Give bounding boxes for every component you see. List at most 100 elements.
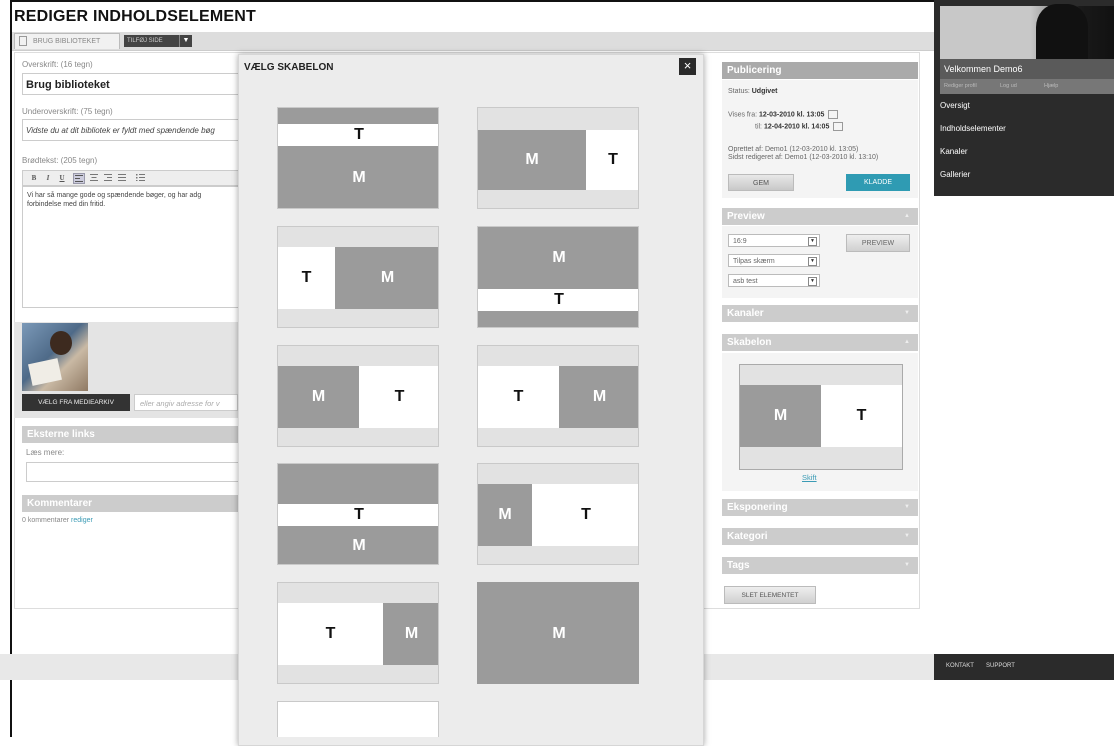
visible-to-line: til: 12-04-2010 kl. 14:05 <box>755 122 844 131</box>
comments-header: Kommentarer <box>22 495 238 512</box>
template-gap <box>740 447 902 469</box>
template-media-block: M <box>278 526 438 564</box>
sidebar-item-oversigt[interactable]: Oversigt <box>940 101 1114 110</box>
editor-toolbar: B I U <box>22 170 240 186</box>
template-text-block: T <box>278 124 438 146</box>
channels-header[interactable]: Kanaler ▼ <box>722 305 918 322</box>
log-out-link[interactable]: Log ud <box>1000 79 1017 94</box>
draft-button[interactable]: KLADDE <box>846 174 910 191</box>
template-text-block: T <box>278 247 335 309</box>
headline-label: Overskrift: (16 tegn) <box>22 60 93 69</box>
close-icon[interactable]: × <box>679 58 696 75</box>
avatar-silhouette <box>1036 4 1088 62</box>
template-media-block: M <box>278 366 359 428</box>
tags-header[interactable]: Tags ▼ <box>722 557 918 574</box>
template-media-block: M <box>559 366 638 428</box>
template-option-9[interactable]: T M <box>277 582 439 684</box>
delete-element-button[interactable]: SLET ELEMENTET <box>724 586 816 604</box>
status-value: Udgivet <box>751 88 778 95</box>
template-option-4[interactable]: M T <box>477 226 639 328</box>
template-option-1[interactable]: T M <box>277 107 439 209</box>
change-template-link[interactable]: Skift <box>802 473 817 482</box>
underline-button[interactable]: U <box>57 174 67 183</box>
edit-profile-link[interactable]: Rediger profil <box>944 79 977 94</box>
thumbnail-book <box>28 358 62 386</box>
template-option-10[interactable]: M <box>477 582 639 684</box>
tab-label: BRUG BIBLIOTEKET <box>33 38 101 45</box>
calendar-icon[interactable] <box>828 110 839 119</box>
template-option-5[interactable]: M T <box>277 345 439 447</box>
device-select[interactable]: asb test ▼ <box>728 274 820 287</box>
status-line: Status: Udgivet <box>728 88 778 95</box>
chevron-down-icon: ▼ <box>904 310 910 316</box>
align-left-icon[interactable] <box>73 173 85 184</box>
chevron-up-icon: ▲ <box>904 213 910 219</box>
chevron-down-icon: ▼ <box>904 533 910 539</box>
calendar-icon[interactable] <box>833 122 844 131</box>
contact-link[interactable]: KONTAKT <box>946 663 974 669</box>
template-text-block: T <box>278 504 438 526</box>
align-right-icon[interactable] <box>103 174 113 183</box>
template-option-11[interactable] <box>277 701 439 737</box>
publishing-header: Publicering <box>722 62 918 79</box>
aspect-select[interactable]: 16:9 ▼ <box>728 234 820 247</box>
comments-count-text: 0 kommentarer <box>22 517 70 524</box>
preview-button[interactable]: PREVIEW <box>846 234 910 252</box>
media-thumbnail[interactable] <box>22 323 88 391</box>
last-edited-by: Sidst redigeret af: Demo1 (12-03-2010 kl… <box>728 154 879 161</box>
template-option-8[interactable]: M T <box>477 463 639 565</box>
exposure-header[interactable]: Eksponering ▼ <box>722 499 918 516</box>
fit-select[interactable]: Tilpas skærm ▼ <box>728 254 820 267</box>
bold-button[interactable]: B <box>29 174 39 183</box>
sidebar-item-kanaler[interactable]: Kanaler <box>940 147 1114 156</box>
sidebar-item-gallerier[interactable]: Gallerier <box>940 170 1114 179</box>
tab-add-page[interactable]: TILFØJ SIDE ▼ <box>124 35 192 47</box>
category-header[interactable]: Kategori ▼ <box>722 528 918 545</box>
italic-button[interactable]: I <box>43 174 53 183</box>
template-media-block: M <box>383 603 438 665</box>
welcome-text: Velkommen Demo6 <box>940 59 1114 79</box>
subheadline-input[interactable]: Vidste du at dit bibliotek er fyldt med … <box>22 119 240 141</box>
template-option-6[interactable]: T M <box>477 345 639 447</box>
template-text-block: T <box>821 385 902 447</box>
document-icon <box>19 36 27 47</box>
avatar <box>940 4 1114 64</box>
template-gap <box>740 365 902 385</box>
frame-left <box>10 0 12 737</box>
side-footer: KONTAKT SUPPORT <box>934 654 1114 680</box>
preview-header[interactable]: Preview ▲ <box>722 208 918 225</box>
body-textarea[interactable]: Vi har så mange gode og spændende bøger,… <box>22 186 240 308</box>
tab-brug-biblioteket[interactable]: BRUG BIBLIOTEKET <box>14 33 120 49</box>
headline-input[interactable]: Brug biblioteket <box>22 73 240 95</box>
chevron-up-icon: ▲ <box>904 339 910 345</box>
created-by: Oprettet af: Demo1 (12-03-2010 kl. 13:05… <box>728 146 859 153</box>
template-header[interactable]: Skabelon ▲ <box>722 334 918 351</box>
template-text-block: T <box>478 366 559 428</box>
template-media-block: M <box>335 247 438 309</box>
current-template-preview: M T <box>739 364 903 470</box>
bullet-list-icon[interactable] <box>135 174 145 183</box>
choose-from-media-archive-button[interactable]: VÆLG FRA MEDIEARKIV <box>22 394 130 411</box>
edit-comments-link[interactable]: rediger <box>71 517 93 524</box>
help-link[interactable]: Hjælp <box>1044 79 1058 94</box>
read-more-input[interactable] <box>26 462 240 482</box>
template-gap <box>478 311 638 327</box>
template-option-7[interactable]: T M <box>277 463 439 565</box>
sidebar-item-indholdselementer[interactable]: Indholdselementer <box>940 124 1114 133</box>
template-text-block: T <box>278 603 383 665</box>
save-button[interactable]: GEM <box>728 174 794 191</box>
template-text-block: T <box>532 484 638 546</box>
template-option-3[interactable]: T M <box>277 226 439 328</box>
template-option-2[interactable]: M T <box>477 107 639 209</box>
support-link[interactable]: SUPPORT <box>986 663 1015 669</box>
align-justify-icon[interactable] <box>117 174 127 183</box>
subheadline-label: Underoverskrift: (75 tegn) <box>22 107 113 116</box>
template-gap <box>278 464 438 504</box>
chevron-down-icon: ▼ <box>904 562 910 568</box>
template-media-block: M <box>478 583 638 683</box>
align-center-icon[interactable] <box>89 174 99 183</box>
visible-from-line: Vises fra: 12-03-2010 kl. 13:05 <box>728 110 839 119</box>
caret-down-icon[interactable]: ▼ <box>179 35 192 47</box>
media-url-input[interactable]: eller angiv adresse for v <box>134 394 238 411</box>
chevron-down-icon: ▼ <box>808 237 817 246</box>
